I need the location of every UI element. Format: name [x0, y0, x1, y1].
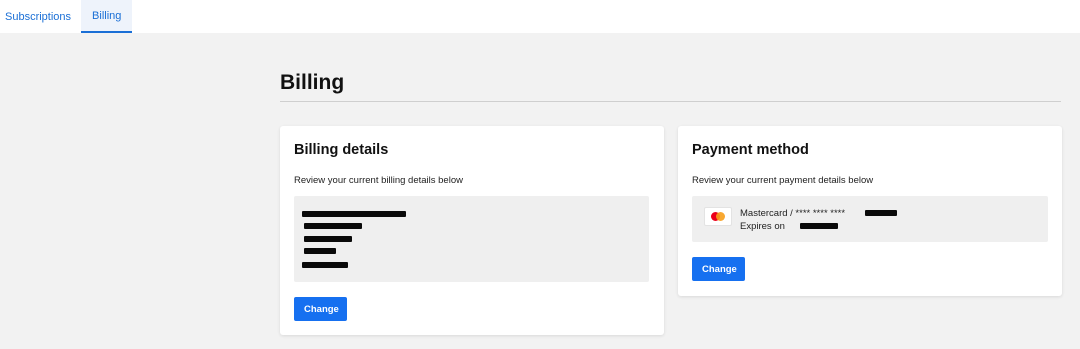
redacted-card-digits: [865, 210, 897, 216]
redacted-line: [304, 248, 336, 254]
redacted-line: [304, 236, 352, 242]
change-payment-method-button[interactable]: Change: [692, 257, 745, 281]
payment-method-heading: Payment method: [692, 142, 809, 158]
redacted-line: [302, 262, 348, 268]
mastercard-icon: [704, 207, 732, 226]
title-divider: [280, 101, 1061, 102]
billing-details-card: Billing details Review your current bill…: [280, 126, 664, 335]
billing-details-box: [294, 196, 649, 282]
tab-billing[interactable]: Billing: [81, 0, 133, 33]
tab-subscriptions[interactable]: Subscriptions: [0, 0, 81, 33]
redacted-line: [302, 211, 406, 217]
billing-details-description: Review your current billing details belo…: [294, 175, 463, 186]
redacted-expiry-date: [800, 223, 838, 229]
change-billing-details-button[interactable]: Change: [294, 297, 347, 321]
tab-bar: Subscriptions Billing: [0, 0, 1080, 33]
payment-method-card: Payment method Review your current payme…: [678, 126, 1062, 296]
redacted-line: [304, 223, 362, 229]
payment-method-description: Review your current payment details belo…: [692, 175, 874, 186]
card-number-text: Mastercard / **** **** ****: [740, 208, 846, 219]
page-title: Billing: [280, 71, 345, 94]
billing-details-heading: Billing details: [294, 142, 389, 158]
payment-card-box: Mastercard / **** **** **** Expires on: [692, 196, 1048, 242]
card-expiry-text: Expires on: [740, 221, 785, 232]
